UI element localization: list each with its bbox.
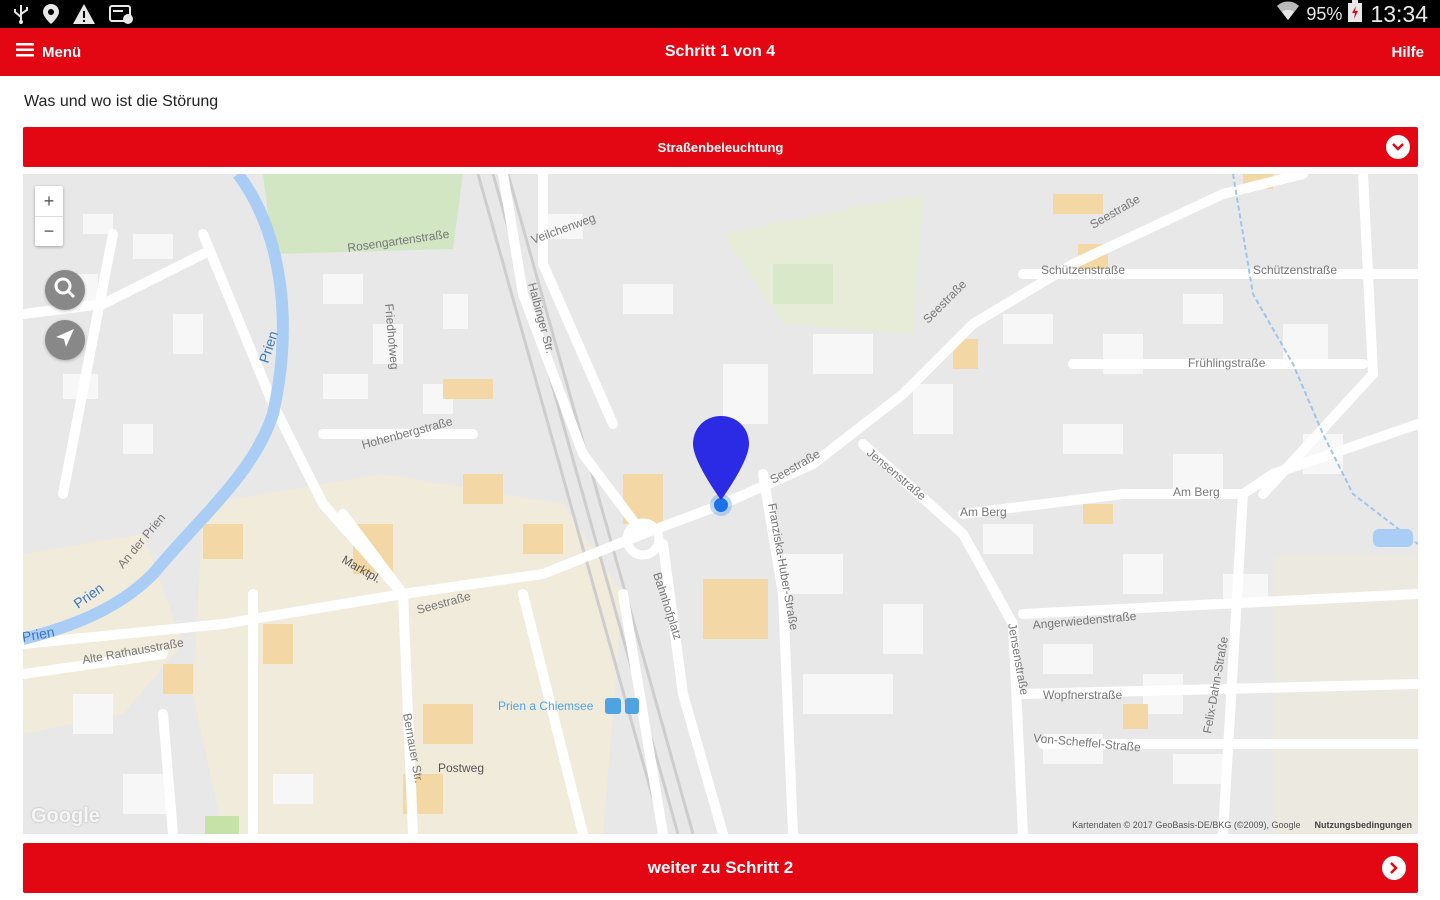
- zoom-control: + −: [35, 186, 63, 246]
- google-logo: Google: [31, 805, 100, 827]
- location-icon: [42, 3, 60, 25]
- my-location-button[interactable]: [45, 320, 85, 360]
- clock: 13:34: [1370, 0, 1428, 27]
- cast-icon: [108, 4, 134, 24]
- chevron-right-icon: [1382, 856, 1406, 880]
- navigation-arrow-icon: [54, 327, 76, 354]
- category-select[interactable]: Straßenbeleuchtung: [23, 127, 1418, 167]
- terms-link[interactable]: Nutzungsbedingungen: [1315, 820, 1412, 830]
- usb-icon: [12, 4, 30, 24]
- help-button[interactable]: Hilfe: [1391, 44, 1424, 61]
- zoom-out-button[interactable]: −: [35, 216, 63, 246]
- category-selected-label: Straßenbeleuchtung: [657, 139, 784, 155]
- battery-icon: [1348, 0, 1363, 28]
- step-title: Schritt 1 von 4: [664, 43, 776, 60]
- warning-icon: [72, 3, 96, 25]
- next-step-button[interactable]: weiter zu Schritt 2: [23, 843, 1418, 893]
- map-view[interactable]: Prien Prien Prien Seestraße Seestraße Se…: [23, 174, 1418, 834]
- app-bar: Menü Schritt 1 von 4 Hilfe: [0, 28, 1440, 76]
- menu-button[interactable]: Menü: [16, 43, 81, 61]
- map-pin-icon: [691, 416, 751, 522]
- next-step-label: weiter zu Schritt 2: [647, 858, 794, 877]
- zoom-in-button[interactable]: +: [35, 186, 63, 216]
- attribution-text: Kartendaten © 2017 GeoBasis-DE/BKG (©200…: [1072, 820, 1301, 830]
- map-attribution: Kartendaten © 2017 GeoBasis-DE/BKG (©200…: [1072, 820, 1412, 830]
- search-icon: [53, 276, 77, 305]
- wifi-icon: [1276, 0, 1300, 28]
- battery-percent: 95%: [1306, 3, 1343, 24]
- hamburger-icon: [16, 43, 34, 61]
- form-prompt: Was und wo ist die Störung: [24, 93, 219, 110]
- menu-label: Menü: [42, 43, 82, 61]
- location-marker[interactable]: [691, 414, 751, 523]
- status-bar: 95% 13:34: [0, 0, 1440, 28]
- chevron-down-icon: [1386, 135, 1410, 159]
- map-search-button[interactable]: [45, 270, 85, 310]
